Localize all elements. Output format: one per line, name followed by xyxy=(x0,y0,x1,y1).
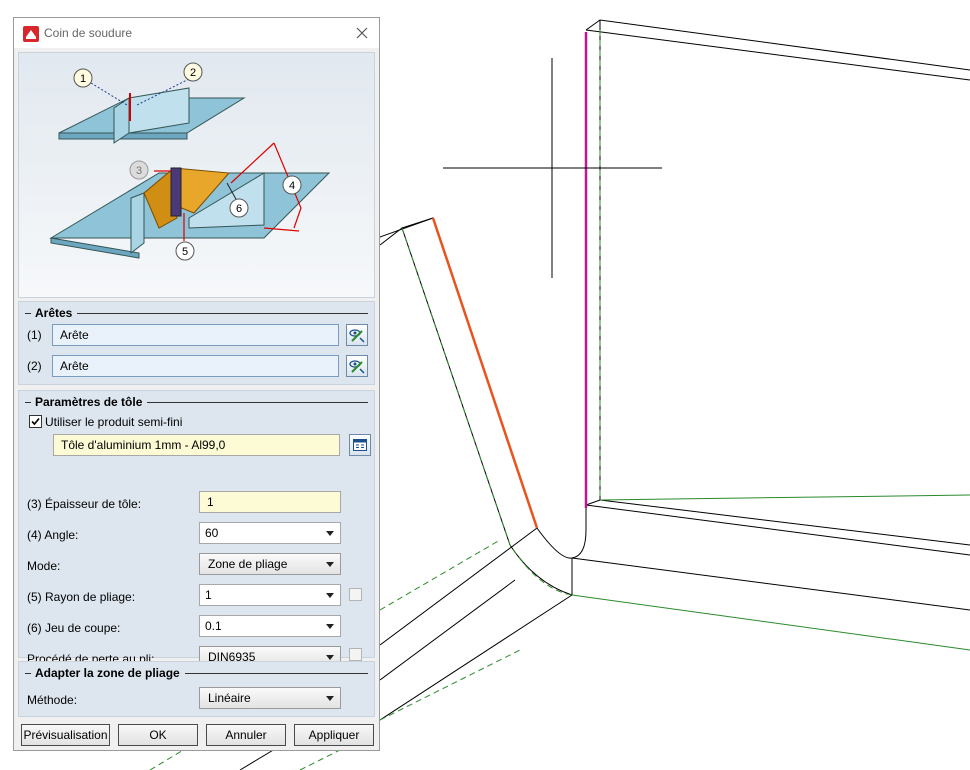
method-label: Méthode: xyxy=(27,693,78,707)
app-icon xyxy=(23,26,39,42)
svg-text:1: 1 xyxy=(80,73,86,85)
close-icon xyxy=(356,27,368,39)
close-button[interactable] xyxy=(349,21,375,45)
catalog-icon xyxy=(353,439,367,451)
material-catalog-button[interactable] xyxy=(349,434,371,456)
edge-2-pick-button[interactable] xyxy=(346,355,368,377)
chevron-down-icon xyxy=(326,624,334,629)
method-dropdown[interactable]: Linéaire xyxy=(199,687,341,709)
bend-loss-checkbox[interactable] xyxy=(349,648,362,661)
mode-dropdown[interactable]: Zone de pliage xyxy=(199,553,341,575)
adapt-group-header: Adapter la zone de pliage xyxy=(25,666,368,680)
ok-button[interactable]: OK xyxy=(118,724,198,746)
checkmark-icon xyxy=(31,417,40,426)
use-semifinished-checkbox[interactable] xyxy=(29,415,42,428)
callout-5: 5 xyxy=(175,241,195,261)
bend-radius-label: (5) Rayon de pliage: xyxy=(27,590,136,604)
pick-eye-icon xyxy=(349,360,365,374)
chevron-down-icon xyxy=(326,531,334,536)
bend-radius-value: 1 xyxy=(205,588,212,602)
visible-green-edges xyxy=(571,494,970,651)
svg-text:6: 6 xyxy=(236,203,242,215)
edges-group-title: Arêtes xyxy=(35,306,73,320)
mode-label: Mode: xyxy=(27,559,61,573)
pick-eye-icon xyxy=(349,329,365,343)
adapt-group-title: Adapter la zone de pliage xyxy=(35,666,180,680)
use-semifinished-label: Utiliser le produit semi-fini xyxy=(45,415,183,429)
edge-1-pick-button[interactable] xyxy=(346,324,368,346)
edge-1-field[interactable]: Arête xyxy=(52,324,339,346)
cut-gap-label: (6) Jeu de coupe: xyxy=(27,621,121,635)
callout-2: 2 xyxy=(183,62,203,82)
angle-label: (4) Angle: xyxy=(27,528,79,542)
edge-1-index: (1) xyxy=(27,328,42,342)
callout-3: 3 xyxy=(129,160,149,180)
cut-gap-value: 0.1 xyxy=(205,619,222,633)
angle-value: 60 xyxy=(205,526,219,540)
svg-text:3: 3 xyxy=(136,165,142,177)
weld-corner-dialog: Coin de soudure 1 2 3 4 5 6 Arêtes (1) A… xyxy=(13,17,380,751)
cancel-button[interactable]: Annuler xyxy=(206,724,286,746)
sheet-group-title: Paramètres de tôle xyxy=(35,395,143,409)
edge-2-index: (2) xyxy=(27,359,42,373)
callout-1: 1 xyxy=(73,68,93,88)
cut-gap-combo[interactable]: 0.1 xyxy=(199,615,341,637)
edges-group: Arêtes (1) Arête (2) Arête xyxy=(18,301,375,385)
sheet-parameters-group: Paramètres de tôle Utiliser le produit s… xyxy=(18,390,375,668)
weld-corner-diagram: 1 2 3 4 5 6 xyxy=(49,62,331,261)
apply-button[interactable]: Appliquer xyxy=(294,724,374,746)
edges-group-header: Arêtes xyxy=(25,306,368,320)
window-title: Coin de soudure xyxy=(44,26,133,40)
preview-button[interactable]: Prévisualisation xyxy=(21,724,110,746)
edge-2-field[interactable]: Arête xyxy=(52,355,339,377)
chevron-down-icon xyxy=(326,696,334,701)
bend-radius-checkbox[interactable] xyxy=(349,588,362,601)
callout-6: 6 xyxy=(229,198,249,218)
chevron-down-icon xyxy=(326,562,334,567)
preview-illustration: 1 2 3 4 5 6 xyxy=(18,52,375,298)
selected-edge-1[interactable] xyxy=(431,217,539,529)
thickness-label: (3) Épaisseur de tôle: xyxy=(27,497,142,511)
sheet-group-header: Paramètres de tôle xyxy=(25,395,368,409)
thickness-field[interactable]: 1 xyxy=(199,491,341,513)
material-field[interactable]: Tôle d'aluminium 1mm - Al99,0 xyxy=(53,434,340,456)
angle-combo[interactable]: 60 xyxy=(199,522,341,544)
chevron-down-icon xyxy=(326,593,334,598)
crosshair-cursor xyxy=(443,58,662,278)
svg-text:5: 5 xyxy=(182,246,188,258)
callout-4: 4 xyxy=(282,175,302,195)
title-bar[interactable]: Coin de soudure xyxy=(14,18,379,48)
adapt-bend-zone-group: Adapter la zone de pliage Méthode: Linéa… xyxy=(18,661,375,717)
svg-text:4: 4 xyxy=(289,180,295,192)
mode-value: Zone de pliage xyxy=(208,557,288,571)
method-value: Linéaire xyxy=(208,691,251,705)
bend-radius-combo[interactable]: 1 xyxy=(199,584,341,606)
svg-text:2: 2 xyxy=(190,67,196,79)
chevron-down-icon xyxy=(326,655,334,660)
